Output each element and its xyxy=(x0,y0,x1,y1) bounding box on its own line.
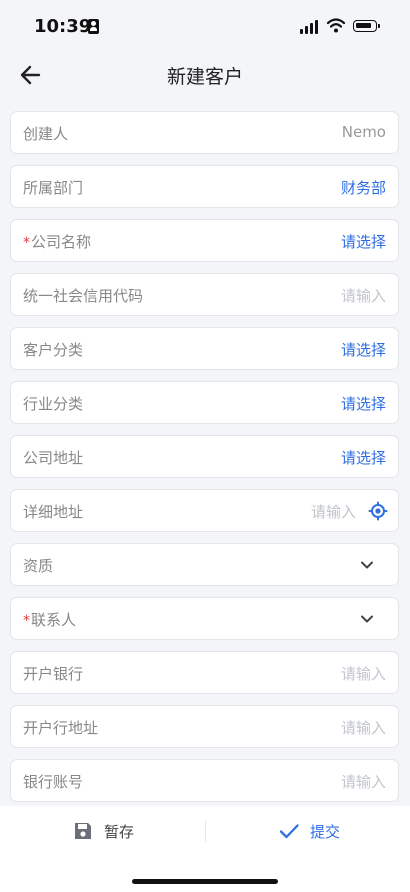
check-icon xyxy=(279,824,299,839)
creator-label: 创建人 xyxy=(23,125,69,143)
industry-category-select[interactable]: 请选择 xyxy=(341,393,386,414)
bank-address-field[interactable]: 开户行地址 请输入 xyxy=(10,705,399,748)
department-label: 所属部门 xyxy=(23,179,84,197)
bank-account-input[interactable]: 请输入 xyxy=(341,771,386,792)
bank-account-field[interactable]: 银行账号 请输入 xyxy=(10,759,399,802)
bank-address-label: 开户行地址 xyxy=(23,719,99,737)
bank-field[interactable]: 开户银行 请输入 xyxy=(10,651,399,694)
industry-category-label: 行业分类 xyxy=(23,395,84,413)
required-mark: * xyxy=(23,235,30,251)
customer-category-select[interactable]: 请选择 xyxy=(341,339,386,360)
creator-value: Nemo xyxy=(341,123,386,141)
credit-code-input[interactable]: 请输入 xyxy=(341,285,386,306)
creator-field: 创建人 Nemo xyxy=(10,111,399,154)
detail-address-input[interactable]: 请输入 xyxy=(311,501,356,522)
bank-label: 开户银行 xyxy=(23,665,84,683)
company-name-field[interactable]: *公司名称 请选择 xyxy=(10,219,399,262)
company-address-label: 公司地址 xyxy=(23,449,84,467)
bank-address-input[interactable]: 请输入 xyxy=(341,717,386,738)
status-bar: 10:39 xyxy=(0,0,410,52)
chevron-down-icon[interactable] xyxy=(360,612,374,626)
status-time: 10:39 xyxy=(34,16,92,37)
contact-label: *联系人 xyxy=(23,611,77,629)
company-address-field[interactable]: 公司地址 请选择 xyxy=(10,435,399,478)
draft-label: 暂存 xyxy=(104,823,135,841)
customer-category-label: 客户分类 xyxy=(23,341,84,359)
credit-code-field[interactable]: 统一社会信用代码 请输入 xyxy=(10,273,399,316)
detail-address-field[interactable]: 详细地址 请输入 xyxy=(10,489,399,532)
submit-label: 提交 xyxy=(310,823,341,841)
company-name-label: *公司名称 xyxy=(23,233,92,251)
bank-input[interactable]: 请输入 xyxy=(341,663,386,684)
nav-bar: 新建客户 xyxy=(0,52,410,98)
company-name-select[interactable]: 请选择 xyxy=(341,231,386,252)
department-value[interactable]: 财务部 xyxy=(341,177,386,198)
contact-field[interactable]: *联系人 xyxy=(10,597,399,640)
industry-category-field[interactable]: 行业分类 请选择 xyxy=(10,381,399,424)
save-icon xyxy=(75,823,91,839)
bank-account-label: 银行账号 xyxy=(23,773,84,791)
department-field[interactable]: 所属部门 财务部 xyxy=(10,165,399,208)
wifi-icon xyxy=(327,18,345,33)
customer-form: 创建人 Nemo 所属部门 财务部 *公司名称 请选择 统一社会信用代码 请输入… xyxy=(10,111,399,813)
qualification-field[interactable]: 资质 xyxy=(10,543,399,586)
location-icon[interactable] xyxy=(368,501,388,521)
qualification-label: 资质 xyxy=(23,557,54,575)
detail-address-label: 详细地址 xyxy=(23,503,84,521)
chevron-down-icon[interactable] xyxy=(360,558,374,572)
company-address-select[interactable]: 请选择 xyxy=(341,447,386,468)
signal-icon xyxy=(300,20,320,34)
home-indicator xyxy=(132,879,278,884)
divider xyxy=(205,820,206,842)
required-mark: * xyxy=(23,613,30,629)
page-title: 新建客户 xyxy=(166,66,243,88)
credit-code-label: 统一社会信用代码 xyxy=(23,287,144,305)
customer-category-field[interactable]: 客户分类 请选择 xyxy=(10,327,399,370)
battery-icon xyxy=(353,20,380,32)
person-icon xyxy=(88,19,99,34)
